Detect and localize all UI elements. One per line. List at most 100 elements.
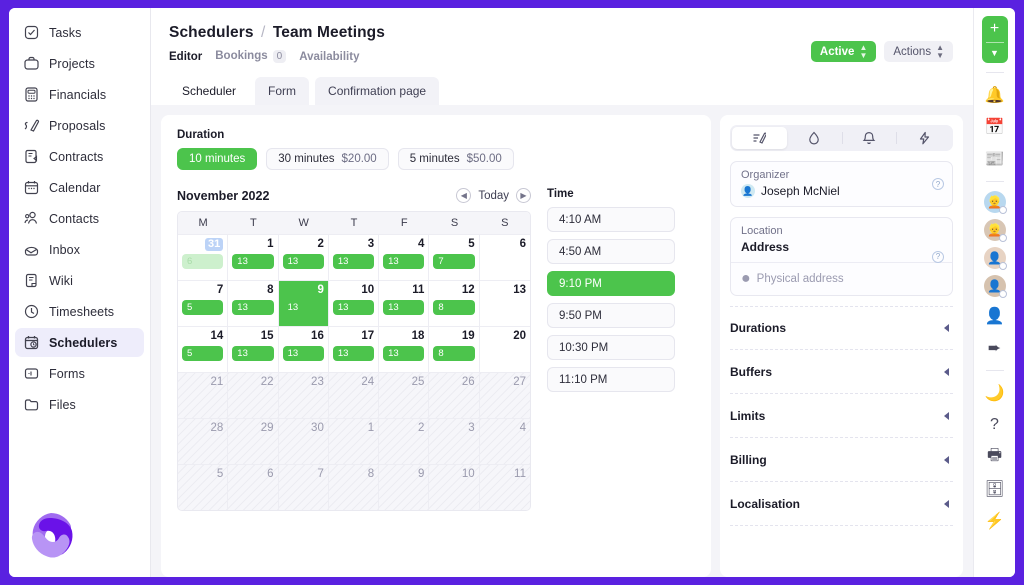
panel-tab-edit-pen[interactable] xyxy=(732,127,787,149)
calendar-day-cell[interactable]: 15 13 xyxy=(228,326,279,372)
calendar-day-cell[interactable]: 17 13 xyxy=(328,326,380,372)
bell-icon[interactable]: 🔔 xyxy=(982,82,1008,108)
section-limits[interactable]: Limits xyxy=(730,394,953,438)
divider xyxy=(985,370,1004,371)
time-slot[interactable]: 4:10 AM xyxy=(547,207,675,232)
section-buffers[interactable]: Buffers xyxy=(730,350,953,394)
news-icon[interactable]: 📰 xyxy=(982,146,1008,172)
calendar-day-cell[interactable]: 9 13 xyxy=(278,280,329,326)
calendar-day-cell[interactable]: 2 13 xyxy=(278,234,329,280)
avatar-3[interactable]: 👤 xyxy=(983,247,1007,270)
section-durations[interactable]: Durations xyxy=(730,306,953,350)
organizer-field[interactable]: Organizer 👤 Joseph McNiel ? xyxy=(730,161,953,207)
sidebar-item-tasks[interactable]: Tasks xyxy=(15,18,144,47)
sidebar-item-projects[interactable]: Projects xyxy=(15,49,144,78)
printer-icon[interactable]: 🖶 xyxy=(982,444,1008,470)
panel-tab-bell[interactable] xyxy=(841,127,897,149)
duration-label: 30 minutes xyxy=(278,153,335,165)
calendar-day-cell[interactable]: 10 13 xyxy=(328,280,380,326)
subtab-availability[interactable]: Availability xyxy=(299,51,359,63)
organizer-label: Organizer xyxy=(741,169,790,181)
sidebar-item-contacts[interactable]: Contacts xyxy=(15,204,144,233)
chevron-right-icon[interactable]: ▶ xyxy=(516,188,531,203)
section-billing[interactable]: Billing xyxy=(730,438,953,482)
help-icon[interactable]: ? xyxy=(932,178,944,190)
calendar-day-cell[interactable]: 8 13 xyxy=(228,280,279,326)
time-slot[interactable]: 9:50 PM xyxy=(547,303,675,328)
calendar-day-cell[interactable]: 20 xyxy=(479,326,530,372)
calendar-31-icon[interactable]: 📅 xyxy=(982,114,1008,140)
duration-label: 10 minutes xyxy=(189,153,246,165)
tab-form[interactable]: Form xyxy=(255,77,310,105)
calendar-day-cell[interactable]: 16 13 xyxy=(278,326,329,372)
calendar-day-slots-chip: 5 xyxy=(182,346,224,361)
actions-button[interactable]: Actions ▲ ▼ xyxy=(884,41,953,62)
tab-confirmation-page[interactable]: Confirmation page xyxy=(315,77,440,105)
help-icon[interactable]: ? xyxy=(932,250,944,263)
time-slot[interactable]: 9:10 PM xyxy=(547,271,675,296)
calendar-day-cell[interactable]: 13 xyxy=(479,280,530,326)
sidebar-item-timesheets[interactable]: Timesheets xyxy=(15,297,144,326)
time-slot[interactable]: 11:10 PM xyxy=(547,367,675,392)
calendar-day-number: 25 xyxy=(411,376,425,388)
send-icon[interactable]: ➨ xyxy=(982,335,1008,361)
section-localisation[interactable]: Localisation xyxy=(730,482,953,526)
sidebar-item-forms[interactable]: Forms xyxy=(15,359,144,388)
avatar-2[interactable]: 👱 xyxy=(983,219,1007,242)
moon-icon[interactable]: 🌙 xyxy=(982,380,1008,406)
app-window: Tasks Projects Financials Proposals Contract… xyxy=(9,8,1015,577)
calendar-day-cell[interactable]: 12 8 xyxy=(429,280,480,326)
sidebar-item-proposals[interactable]: Proposals xyxy=(15,111,144,140)
chevron-left-icon[interactable]: ◀ xyxy=(456,188,472,203)
time-slot[interactable]: 4:50 AM xyxy=(547,239,675,264)
calendar-day-cell[interactable]: 57 xyxy=(429,234,480,280)
status-badge[interactable]: Active ▲ ▼ xyxy=(810,41,877,62)
calendar-day-number: 30 xyxy=(311,422,324,434)
calendar-day-cell[interactable]: 19 8 xyxy=(429,326,480,372)
sidebar-item-label: Contracts xyxy=(49,149,104,164)
calendar-day-number: 20 xyxy=(513,330,526,342)
sidebar-item-schedulers[interactable]: Schedulers xyxy=(15,328,144,357)
calendar-day-cell[interactable]: 14 5 xyxy=(178,326,229,372)
add-person-icon[interactable]: 👤 xyxy=(982,303,1008,329)
archive-icon[interactable]: 🗄 xyxy=(982,476,1008,502)
calendar-day-cell[interactable]: 11 13 xyxy=(379,280,430,326)
sidebar-item-files[interactable]: Files xyxy=(15,390,144,419)
sidebar-item-wiki[interactable]: Wiki xyxy=(15,266,144,295)
subtab-bookings[interactable]: Bookings 0 xyxy=(215,50,287,63)
panel-tab-lightning[interactable] xyxy=(896,127,951,149)
calendar-day-cell[interactable]: 18 13 xyxy=(379,326,430,372)
calendar-day-cell[interactable]: 3 13 xyxy=(328,234,380,280)
tab-scheduler[interactable]: Scheduler xyxy=(169,77,250,105)
add-button[interactable]: + ▼ xyxy=(981,16,1008,63)
avatar-4[interactable]: 👤 xyxy=(983,275,1007,298)
organizer-value: 👤 Joseph McNiel xyxy=(741,184,942,198)
location-field[interactable]: Location Address ? ● Physical address xyxy=(730,217,953,296)
sidebar-item-calendar[interactable]: Calendar xyxy=(15,173,144,202)
panel-tab-droplet[interactable] xyxy=(787,127,842,149)
calendar-day-cell: 3 xyxy=(429,418,480,464)
chevron-down-icon[interactable]: ▼ xyxy=(990,43,999,63)
duration-option[interactable]: 10 minutes xyxy=(177,148,258,170)
today-button[interactable]: Today xyxy=(478,190,509,202)
duration-option[interactable]: 30 minutes $20.00 xyxy=(266,148,389,170)
time-slot[interactable]: 10:30 PM xyxy=(547,335,675,360)
sidebar-item-inbox[interactable]: Inbox xyxy=(15,235,144,264)
calendar-day-cell[interactable]: 4 13 xyxy=(379,234,430,280)
avatar-1[interactable]: 👱 xyxy=(983,191,1007,214)
sidebar-item-contracts[interactable]: Contracts xyxy=(15,142,144,171)
physical-address-input[interactable]: ● Physical address xyxy=(731,262,952,295)
lightning-icon[interactable]: ⚡ xyxy=(982,508,1008,534)
calendar-day-cell[interactable]: 6 xyxy=(479,234,530,280)
sidebar-item-label: Tasks xyxy=(49,25,82,40)
breadcrumb-root[interactable]: Schedulers xyxy=(169,24,254,41)
calendar-day-number: 12 xyxy=(461,284,475,296)
calendar-day-cell[interactable]: 31 6 xyxy=(178,234,229,280)
calendar-day-cell[interactable]: 75 xyxy=(178,280,229,326)
subtab-editor[interactable]: Editor xyxy=(169,51,202,63)
help-circle-icon[interactable]: ? xyxy=(982,412,1008,438)
sidebar-item-financials[interactable]: Financials xyxy=(15,80,144,109)
duration-option[interactable]: 5 minutes $50.00 xyxy=(397,148,514,170)
calendar-dow: M xyxy=(198,217,208,229)
calendar-day-cell[interactable]: 1 13 xyxy=(228,234,279,280)
